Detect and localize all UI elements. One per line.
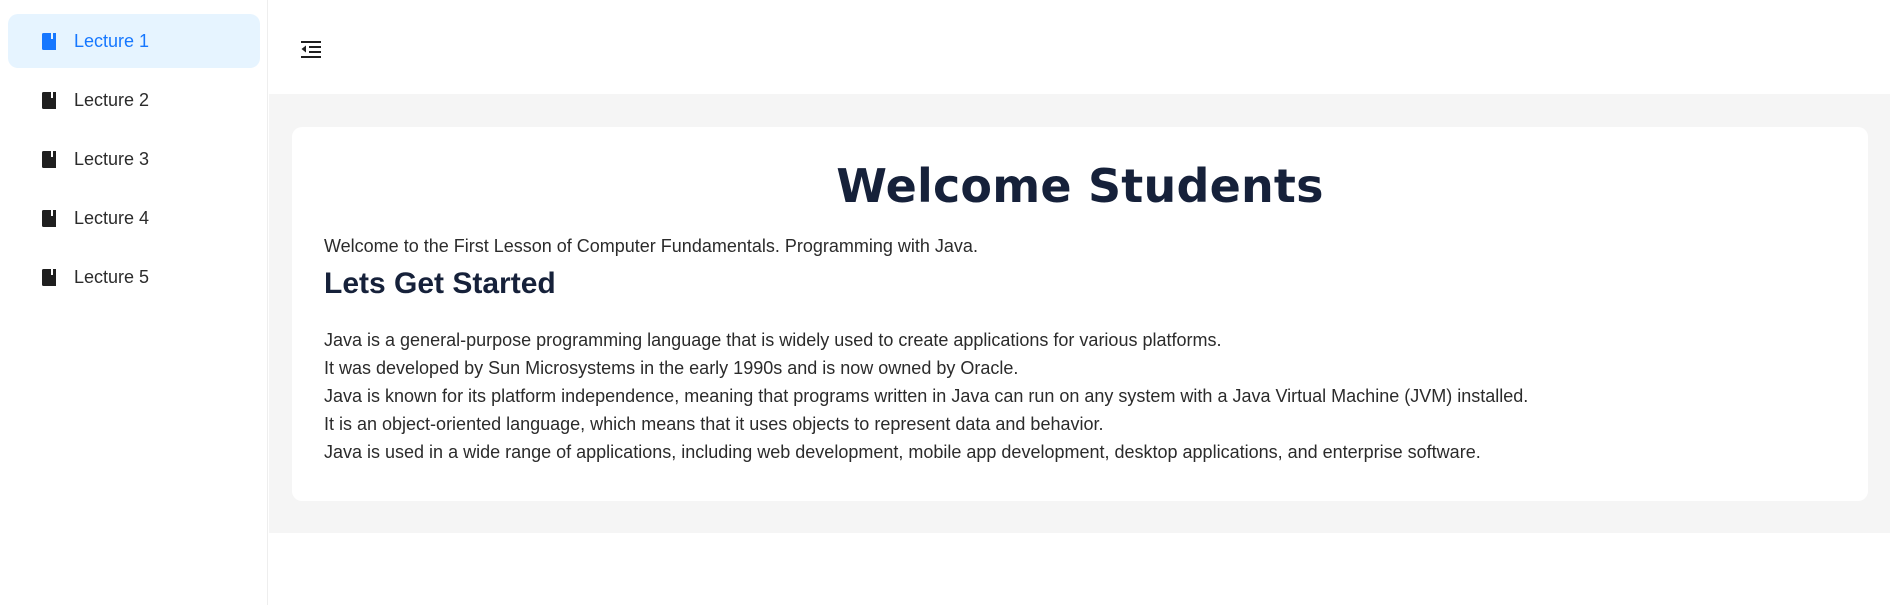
content-area: Welcome Students Welcome to the First Le… [269,94,1890,533]
top-header [269,0,1893,94]
sidebar-item-lecture-4[interactable]: Lecture 4 [8,191,260,245]
sidebar: Lecture 1 Lecture 2 Lecture 3 Lecture 4 [0,0,268,605]
book-icon [42,91,56,109]
book-icon [42,32,56,50]
sidebar-item-lecture-2[interactable]: Lecture 2 [8,73,260,127]
paragraph-line: Java is known for its platform independe… [324,386,1529,406]
section-heading: Lets Get Started [324,267,556,300]
app-root: Lecture 1 Lecture 2 Lecture 3 Lecture 4 [0,0,1893,605]
page-title: Welcome Students [836,159,1324,213]
sidebar-item-label: Lecture 4 [74,207,150,228]
book-icon [42,268,56,286]
book-icon [42,209,56,227]
sidebar-item-lecture-3[interactable]: Lecture 3 [8,132,260,186]
paragraph-line: Java is used in a wide range of applicat… [324,442,1481,462]
book-icon [42,150,56,168]
lesson-paragraphs: Java is a general-purpose programming la… [324,326,1528,466]
sidebar-menu: Lecture 1 Lecture 2 Lecture 3 Lecture 4 [0,0,267,304]
sidebar-toggle-button[interactable] [300,40,322,62]
sidebar-item-label: Lecture 2 [74,89,150,110]
sidebar-item-label: Lecture 5 [74,266,150,287]
menu-fold-icon [301,40,321,63]
sidebar-item-lecture-5[interactable]: Lecture 5 [8,250,260,304]
lesson-card: Welcome Students Welcome to the First Le… [292,127,1868,501]
paragraph-line: It was developed by Sun Microsystems in … [324,358,1019,378]
intro-text: Welcome to the First Lesson of Computer … [324,236,978,256]
paragraph-line: Java is a general-purpose programming la… [324,330,1222,350]
sidebar-item-label: Lecture 1 [74,30,150,51]
sidebar-item-lecture-1[interactable]: Lecture 1 [8,14,260,68]
sidebar-item-label: Lecture 3 [74,148,150,169]
paragraph-line: It is an object-oriented language, which… [324,414,1104,434]
